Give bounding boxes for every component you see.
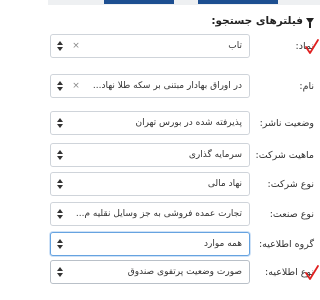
up-down-caret-icon[interactable] [57, 178, 65, 190]
up-down-caret-icon[interactable] [57, 266, 65, 278]
check-icon [305, 39, 319, 54]
name-label: نام: [299, 80, 314, 92]
announcement-group-value: همه موارد [204, 239, 242, 249]
industry-type-value: تجارت عمده فروشی به جز وسایل نقلیه م... [75, 209, 242, 219]
industry-type-select[interactable]: تجارت عمده فروشی به جز وسایل نقلیه م... [50, 202, 250, 226]
symbol-value: تاب [228, 41, 242, 51]
announcement-group-label: گروه اطلاعیه: [258, 238, 314, 250]
up-down-caret-icon[interactable] [57, 80, 65, 92]
tab-indicator[interactable] [104, 0, 174, 4]
check-icon [305, 265, 319, 280]
symbol-select[interactable]: تاب × [50, 34, 250, 58]
announcement-type-value: صورت وضعیت پرتفوی صندوق [127, 267, 242, 277]
up-down-caret-icon[interactable] [57, 238, 65, 250]
up-down-caret-icon[interactable] [57, 208, 65, 220]
panel-title: فیلترهای جستجو: [211, 12, 314, 30]
tab-indicator[interactable] [198, 0, 278, 4]
panel-title-text: فیلترهای جستجو: [211, 15, 303, 27]
company-type-label: نوع شرکت: [267, 178, 315, 190]
clear-icon[interactable]: × [71, 35, 81, 57]
up-down-caret-icon[interactable] [57, 117, 65, 129]
company-nature-value: سرمایه گذاری [188, 150, 242, 160]
publisher-status-select[interactable]: پذیرفته شده در بورس تهران [50, 111, 250, 135]
announcement-group-select[interactable]: همه موارد [50, 232, 250, 256]
company-type-value: نهاد مالی [207, 179, 242, 189]
top-tab-strip [48, 0, 320, 5]
company-nature-label: ماهیت شرکت: [255, 149, 314, 161]
name-select[interactable]: در اوراق بهادار مبتنی بر سکه طلا نهاد...… [50, 74, 250, 98]
filter-icon [306, 18, 314, 28]
industry-type-label: نوع صنعت: [269, 208, 314, 220]
name-value: در اوراق بهادار مبتنی بر سکه طلا نهاد... [92, 81, 242, 91]
company-type-select[interactable]: نهاد مالی [50, 172, 250, 196]
up-down-caret-icon[interactable] [57, 149, 65, 161]
publisher-status-label: وضعیت ناشر: [259, 117, 314, 129]
clear-icon[interactable]: × [71, 75, 81, 97]
up-down-caret-icon[interactable] [57, 40, 65, 52]
publisher-status-value: پذیرفته شده در بورس تهران [135, 118, 242, 128]
company-nature-select[interactable]: سرمایه گذاری [50, 143, 250, 167]
announcement-type-select[interactable]: صورت وضعیت پرتفوی صندوق [50, 260, 250, 284]
